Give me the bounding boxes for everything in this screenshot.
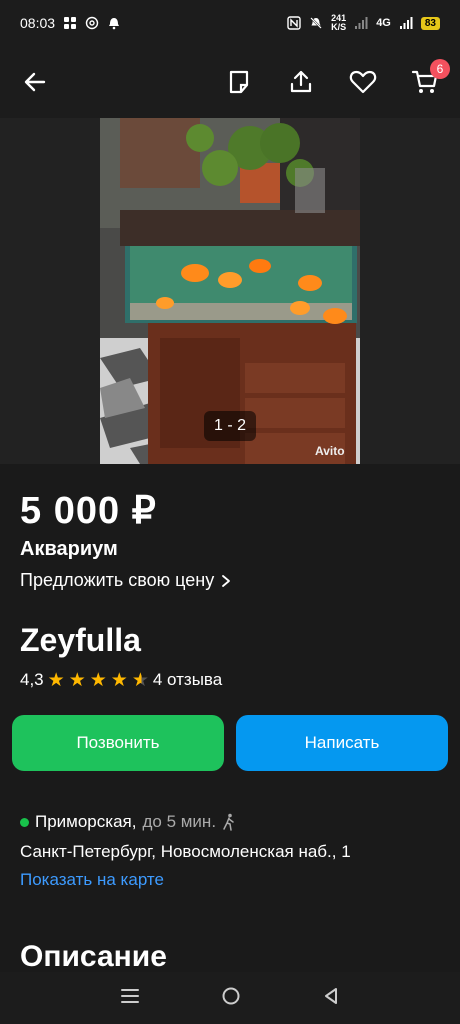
note-button[interactable] — [222, 65, 256, 99]
address: Санкт-Петербург, Новосмоленская наб., 1 — [20, 842, 351, 861]
show-on-map-link[interactable]: Показать на карте — [20, 870, 164, 890]
metro-line-dot-icon — [20, 817, 29, 827]
mute-icon — [310, 17, 322, 29]
reviews-count: 4 отзыва — [152, 670, 223, 689]
battery-indicator: 83 — [420, 16, 440, 30]
network-speed: 241 K/S — [331, 14, 346, 32]
listing-photo[interactable]: 1 - 2 Avito — [100, 118, 360, 464]
cart-button[interactable]: 6 — [408, 59, 450, 99]
watermark-logo: Avito — [315, 444, 345, 458]
nfc-icon — [287, 16, 301, 30]
network-type: 4G — [376, 17, 391, 29]
listing-price: 5 000 ₽ — [20, 490, 157, 532]
note-icon — [229, 70, 249, 94]
seller-name[interactable]: Zeyfulla — [20, 622, 141, 659]
top-toolbar: 6 — [0, 46, 460, 118]
status-bar: 08:03 241 K/S 4G 83 — [0, 0, 460, 46]
heart-icon — [349, 70, 377, 94]
menu-icon — [121, 988, 140, 1003]
walking-icon — [223, 813, 234, 831]
seller-rating[interactable]: 4,3 ★ ★ ★ ★ ★ 4 отзыва — [20, 670, 222, 690]
signal-4g-icon — [399, 17, 413, 29]
system-nav-bar — [0, 972, 460, 1024]
cart-count-badge: 6 — [430, 59, 450, 79]
metro-station: Приморская, до 5 мин. — [20, 812, 236, 832]
at-icon — [85, 16, 99, 30]
photo-pager: 1 - 2 — [204, 411, 256, 441]
favorite-button[interactable] — [346, 65, 380, 99]
chevron-right-icon — [222, 574, 231, 587]
star-icon: ★ — [68, 669, 86, 691]
photo-gallery[interactable]: 1 - 2 Avito — [0, 118, 460, 464]
menu-nav-button[interactable] — [120, 987, 140, 1010]
speed-unit: K/S — [331, 22, 347, 32]
back-triangle-icon — [324, 987, 337, 1004]
offer-price-link[interactable]: Предложить свою цену — [20, 570, 232, 591]
arrow-left-icon — [24, 72, 46, 92]
star-icon: ★ — [89, 669, 107, 691]
share-icon — [290, 70, 312, 93]
walk-time: до 5 мин. — [142, 812, 217, 831]
message-button[interactable]: Написать — [236, 715, 448, 771]
back-button[interactable] — [18, 65, 52, 99]
offer-price-label: Предложить свою цену — [20, 570, 215, 590]
metro-name: Приморская, — [35, 812, 137, 831]
alarm-icon — [109, 18, 120, 30]
description-heading: Описание — [20, 940, 167, 973]
rating-value: 4,3 — [20, 670, 44, 689]
call-button-label: Позвонить — [76, 733, 160, 752]
star-half-icon: ★ — [131, 669, 149, 691]
home-nav-button[interactable] — [221, 986, 241, 1011]
star-icon: ★ — [110, 669, 128, 691]
call-button[interactable]: Позвонить — [12, 715, 224, 771]
message-button-label: Написать — [304, 733, 380, 752]
listing-title: Аквариум — [20, 538, 118, 560]
home-circle-icon — [222, 987, 240, 1004]
status-time: 08:03 — [20, 15, 56, 31]
share-button[interactable] — [284, 65, 318, 99]
signal-icon — [355, 17, 368, 29]
star-icon: ★ — [47, 669, 65, 691]
grid-icon — [64, 17, 77, 29]
back-nav-button[interactable] — [322, 986, 340, 1011]
